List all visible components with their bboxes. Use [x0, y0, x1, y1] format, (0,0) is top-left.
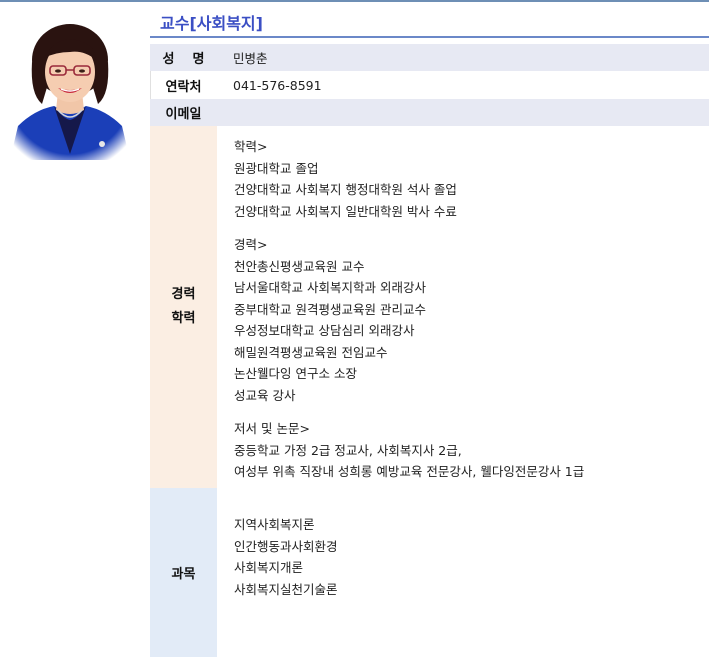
list-item: 인간행동과사회환경: [234, 538, 338, 554]
course-list: 지역사회복지론 인간행동과사회환경 사회복지개론 사회복지실천기술론: [234, 514, 709, 600]
list-item: 여성부 위촉 직장내 성희롱 예방교육 전문강사, 웰다잉전문강사 1급: [234, 464, 585, 479]
list-item: 건양대학교 사회복지 행정대학원 석사 졸업: [234, 182, 457, 197]
experience-heading: 경력>: [234, 237, 268, 252]
top-divider: [0, 0, 709, 2]
career-label: 경력 학력: [150, 126, 217, 488]
career-label-stack: 경력 학력: [172, 283, 196, 331]
profile-photo-illustration: [4, 14, 136, 160]
list-item: 원광대학교 졸업: [234, 160, 319, 176]
profile-photo: [4, 14, 136, 160]
email-value[interactable]: [217, 99, 709, 126]
phone-label: 연락처: [165, 79, 202, 95]
education-heading: 학력>: [234, 139, 268, 154]
list-item: 지역사회복지론: [234, 517, 315, 532]
list-item: 사회복지개론: [234, 560, 304, 575]
career-row: 경력 학력 학력> 원광대학교 졸업 건양대학교 사회복지 행정대학원 석사 졸…: [150, 126, 709, 488]
email-label: 이메일: [165, 107, 202, 122]
works-section: 저서 및 논문> 중등학교 가정 2급 정교사, 사회복지사 2급, 여성부 위…: [234, 418, 709, 483]
phone-value[interactable]: 041-576-8591: [217, 71, 709, 99]
list-item: 논산웰다잉 연구소 소장: [234, 366, 357, 381]
email-row: 이메일: [150, 99, 709, 126]
list-item: 건양대학교 사회복지 일반대학원 박사 수료: [234, 203, 457, 219]
name-row: 성 명 민병춘: [150, 44, 709, 71]
page-title: 교수[사회복지]: [160, 14, 263, 33]
list-item: 사회복지실천기술론: [234, 581, 338, 597]
career-label-line2: 학력: [171, 311, 196, 326]
list-item: 해밀원격평생교육원 전임교수: [234, 344, 388, 360]
list-item: 우성정보대학교 상담심리 외래강사: [234, 323, 415, 338]
title-bar: 교수[사회복지]: [150, 8, 709, 38]
title-underline: [150, 36, 709, 38]
works-heading: 저서 및 논문>: [234, 421, 310, 436]
course-row: 과목 지역사회복지론 인간행동과사회환경 사회복지개론 사회복지실천기술론: [150, 488, 709, 657]
experience-section: 경력> 천안총신평생교육원 교수 남서울대학교 사회복지학과 외래강사 중부대학…: [234, 234, 709, 406]
list-item: 성교육 강사: [234, 387, 296, 403]
course-label: 과목: [150, 488, 217, 657]
phone-row: 연락처 041-576-8591: [150, 71, 709, 99]
career-label-line1: 경력: [171, 287, 196, 302]
name-value: 민병춘: [233, 51, 268, 66]
list-item: 천안총신평생교육원 교수: [234, 258, 365, 274]
education-section: 학력> 원광대학교 졸업 건양대학교 사회복지 행정대학원 석사 졸업 건양대학…: [234, 136, 709, 222]
name-label: 성 명: [162, 52, 205, 67]
list-item: 남서울대학교 사회복지학과 외래강사: [234, 280, 426, 295]
career-content: 학력> 원광대학교 졸업 건양대학교 사회복지 행정대학원 석사 졸업 건양대학…: [234, 136, 709, 483]
list-item: 중부대학교 원격평생교육원 관리교수: [234, 301, 426, 317]
list-item: 중등학교 가정 2급 정교사, 사회복지사 2급,: [234, 442, 462, 458]
